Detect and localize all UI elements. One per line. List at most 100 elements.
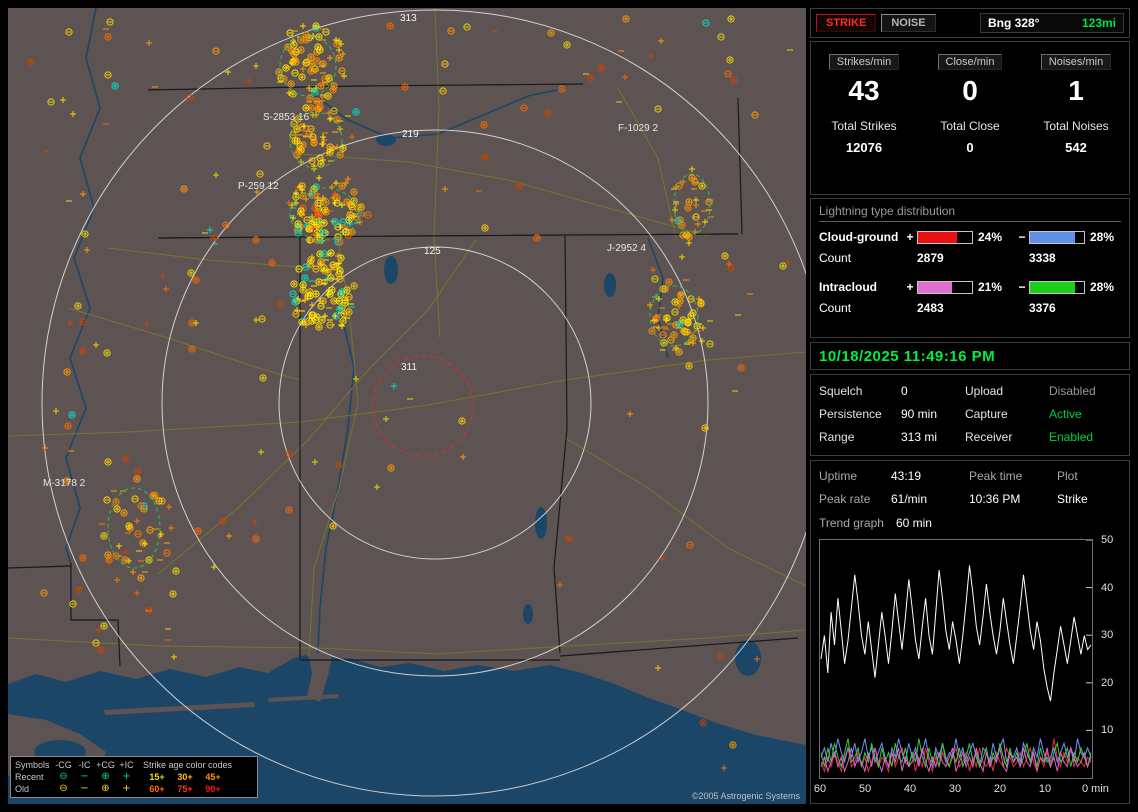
legend-col-header: -IC (74, 760, 95, 770)
strike-symbol (336, 47, 342, 53)
strike-symbol (727, 57, 733, 63)
strike-symbol (171, 654, 177, 660)
strike-symbol (351, 283, 357, 289)
strike-symbol (299, 74, 305, 80)
strike-symbol (676, 349, 682, 355)
strike-symbol (655, 106, 661, 112)
trend-x-label: 50 (847, 783, 883, 795)
strike-symbol (264, 143, 270, 149)
strike-toggle-button[interactable]: STRIKE (816, 14, 876, 32)
strike-symbol (516, 183, 522, 189)
strike-symbol (260, 375, 266, 381)
lightning-map[interactable]: 313219125311S-2853 16P-259 12F-1029 2J-2… (8, 8, 806, 804)
strike-symbol (259, 316, 265, 322)
cg-plus-percent: 24% (973, 230, 1015, 244)
strike-symbol (135, 469, 141, 475)
strike-symbol (627, 411, 633, 417)
receiver-status: Enabled (1049, 430, 1131, 444)
ic-minus-percent: 28% (1085, 280, 1121, 294)
strike-symbol (402, 84, 408, 90)
squelch-label: Squelch (819, 384, 901, 398)
strike-symbol (253, 536, 259, 542)
total-close-value: 0 (966, 140, 973, 155)
squelch-value: 0 (901, 384, 965, 398)
legend-symbol-glyph: − (74, 772, 95, 782)
cloud-ground-label: Cloud-ground (819, 230, 903, 244)
strike-symbol (325, 93, 331, 99)
legend-age-code: 30+ (171, 772, 199, 782)
strike-symbol (291, 281, 297, 287)
strike-symbol (333, 37, 339, 43)
ic-plus-count: 2483 (903, 301, 1015, 315)
strike-symbol (166, 504, 172, 510)
storm-cell-label: J-2952 4 (607, 243, 646, 254)
strike-symbol (48, 99, 54, 105)
strike-symbol (320, 134, 326, 140)
strike-symbol (650, 267, 656, 273)
alarm-ring-label: 311 (401, 362, 417, 373)
strike-symbol (121, 510, 127, 516)
strike-symbol (686, 363, 692, 369)
strike-symbol (442, 186, 448, 192)
strike-symbol (76, 587, 82, 593)
strike-symbol (319, 317, 325, 323)
strike-symbol (41, 590, 47, 596)
ic-plus-bar (917, 281, 973, 294)
strike-symbol (658, 38, 664, 44)
strike-symbol (67, 320, 73, 326)
noises-per-min-header[interactable]: Noises/min (1041, 54, 1111, 70)
strike-symbol (181, 186, 187, 192)
strike-symbol (731, 77, 737, 83)
minus-sign: − (1015, 230, 1029, 244)
strike-symbol (213, 172, 219, 178)
strike-symbol (66, 29, 72, 35)
legend-symbol-glyph: + (116, 772, 137, 782)
strike-symbol (388, 465, 394, 471)
upload-status: Disabled (1049, 384, 1131, 398)
trend-window-value: 60 min (896, 516, 932, 530)
counters-panel: Strikes/min 43 Total Strikes 12076 Close… (810, 41, 1130, 195)
strike-symbol (678, 292, 684, 298)
peak-rate-value: 61/min (891, 492, 969, 506)
legend-age-title: Strike age color codes (137, 760, 253, 770)
strike-symbol (211, 564, 217, 570)
clock-panel: 10/18/2025 11:49:16 PM (810, 342, 1130, 370)
range-value: 313 mi (901, 430, 965, 444)
legend-recent-row: Recent⊖−⊕+15+30+45+ (15, 771, 253, 783)
distribution-title: Lightning type distribution (819, 204, 1121, 222)
strike-symbol (685, 205, 691, 211)
strikes-per-min-header[interactable]: Strikes/min (829, 54, 899, 70)
strike-symbol (686, 240, 692, 246)
strike-symbol (286, 507, 292, 513)
ic-count-label: Count (819, 301, 903, 315)
strike-symbol (286, 90, 292, 96)
total-close-label: Total Close (940, 119, 999, 133)
strike-symbol (700, 325, 706, 331)
noise-toggle-button[interactable]: NOISE (881, 14, 935, 32)
strike-symbol (459, 418, 465, 424)
strike-symbol (104, 497, 110, 503)
strike-symbol (718, 34, 724, 40)
strike-symbol (195, 528, 201, 534)
strike-symbol (290, 91, 296, 97)
strike-symbol (28, 59, 34, 65)
capture-status: Active (1049, 407, 1131, 421)
strike-symbol (147, 527, 153, 533)
bearing-value: Bng 328° (988, 16, 1039, 30)
strike-symbol (220, 518, 226, 524)
storm-cell-outlines (108, 36, 710, 568)
strike-symbol (333, 180, 339, 186)
trend-header-row: Trend graph 60 min (819, 516, 1121, 530)
strike-symbol (105, 34, 111, 40)
trend-x-label: 10 (1027, 783, 1063, 795)
close-per-min-header[interactable]: Close/min (938, 54, 1003, 70)
strike-symbol (101, 533, 107, 539)
legend-age-code: 75+ (171, 784, 199, 794)
strike-symbol (107, 19, 113, 25)
ic-plus-percent: 21% (973, 280, 1015, 294)
strike-symbol (101, 623, 107, 629)
strike-symbol (557, 582, 563, 588)
legend-col-header: +IC (116, 760, 137, 770)
cg-minus-count: 3338 (1015, 251, 1121, 265)
strike-symbol (647, 302, 653, 308)
